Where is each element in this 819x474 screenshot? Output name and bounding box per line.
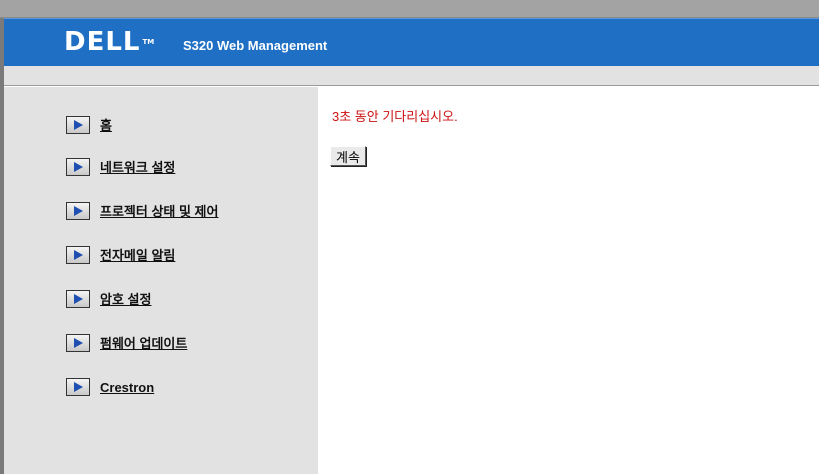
- dell-logo: DELL TM: [64, 27, 154, 57]
- sidebar-item-firmware-update[interactable]: 펌웨어 업데이트: [66, 333, 187, 352]
- sidebar-item-email-alert[interactable]: 전자메일 알림: [66, 245, 175, 264]
- continue-button[interactable]: 계속: [330, 146, 366, 166]
- arrow-right-icon[interactable]: [66, 245, 90, 264]
- sidebar: 홈 네트워크 설정 프로젝터 상태 및 제어 전자메일 알림 암호 설정 펌웨어…: [4, 87, 318, 474]
- wait-message: 3초 동안 기다리십시오.: [332, 109, 458, 124]
- top-strip: [0, 0, 819, 18]
- arrow-right-icon[interactable]: [66, 201, 90, 220]
- main-content: 3초 동안 기다리십시오. 계속: [318, 87, 819, 474]
- sidebar-item-crestron[interactable]: Crestron: [66, 378, 154, 396]
- trademark-mark: TM: [142, 38, 155, 46]
- sidebar-item-projector-status[interactable]: 프로젝터 상태 및 제어: [66, 201, 218, 220]
- arrow-right-icon[interactable]: [66, 157, 90, 176]
- sidebar-item-label[interactable]: 홈: [100, 115, 112, 134]
- sidebar-item-label[interactable]: 프로젝터 상태 및 제어: [100, 201, 218, 220]
- arrow-right-icon[interactable]: [66, 378, 90, 396]
- sidebar-item-password-settings[interactable]: 암호 설정: [66, 289, 151, 308]
- arrow-right-icon[interactable]: [66, 115, 90, 134]
- arrow-right-icon[interactable]: [66, 333, 90, 352]
- header-bar: DELL TM S320 Web Management: [4, 18, 819, 66]
- logo-text: DELL: [64, 27, 141, 57]
- header-sub-bar: [4, 66, 819, 86]
- sidebar-item-label[interactable]: 암호 설정: [100, 289, 151, 308]
- sidebar-item-label[interactable]: 펌웨어 업데이트: [100, 333, 187, 352]
- sidebar-item-label[interactable]: 네트워크 설정: [100, 157, 175, 176]
- sidebar-item-home[interactable]: 홈: [66, 115, 112, 134]
- sidebar-item-label[interactable]: Crestron: [100, 380, 154, 395]
- app-title: S320 Web Management: [183, 38, 328, 53]
- sidebar-item-label[interactable]: 전자메일 알림: [100, 245, 175, 264]
- sidebar-item-network-settings[interactable]: 네트워크 설정: [66, 157, 175, 176]
- arrow-right-icon[interactable]: [66, 289, 90, 308]
